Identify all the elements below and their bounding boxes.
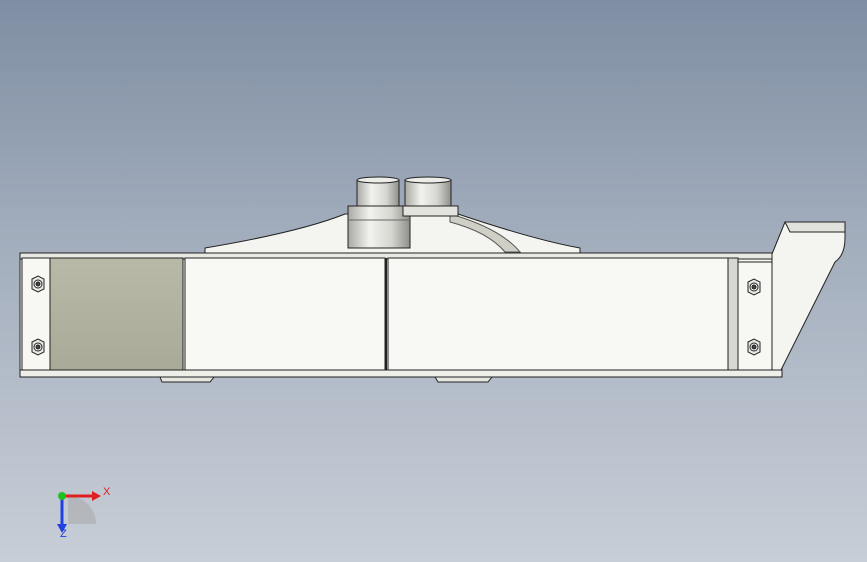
- pipe-right[interactable]: [404, 176, 452, 207]
- bottom-rail[interactable]: [19, 369, 783, 378]
- orientation-triad[interactable]: X Z: [40, 480, 120, 550]
- left-end-plate[interactable]: [21, 257, 51, 375]
- right-bracket[interactable]: [771, 221, 846, 373]
- segment-panel-2[interactable]: [387, 257, 729, 371]
- gray-side-panel[interactable]: [49, 257, 184, 375]
- bolt-right-top[interactable]: [747, 278, 761, 296]
- bottom-foot-right[interactable]: [434, 376, 494, 383]
- bolt-left-bottom[interactable]: [31, 338, 45, 356]
- bracket-top-lip: [784, 221, 846, 233]
- graphics-viewport[interactable]: X Z: [0, 0, 867, 562]
- part-assembly[interactable]: [19, 176, 846, 383]
- bolt-right-bottom[interactable]: [747, 338, 761, 356]
- segment-panel-1[interactable]: [184, 257, 386, 371]
- right-end-plate[interactable]: [727, 257, 739, 375]
- z-axis-label: Z: [60, 528, 67, 540]
- pipe-left[interactable]: [356, 176, 400, 207]
- right-bolt-plate[interactable]: [737, 261, 773, 373]
- bottom-foot-left[interactable]: [159, 376, 216, 383]
- model-view[interactable]: [0, 0, 867, 562]
- x-axis-label: X: [103, 486, 111, 498]
- bolt-left-top[interactable]: [31, 275, 45, 293]
